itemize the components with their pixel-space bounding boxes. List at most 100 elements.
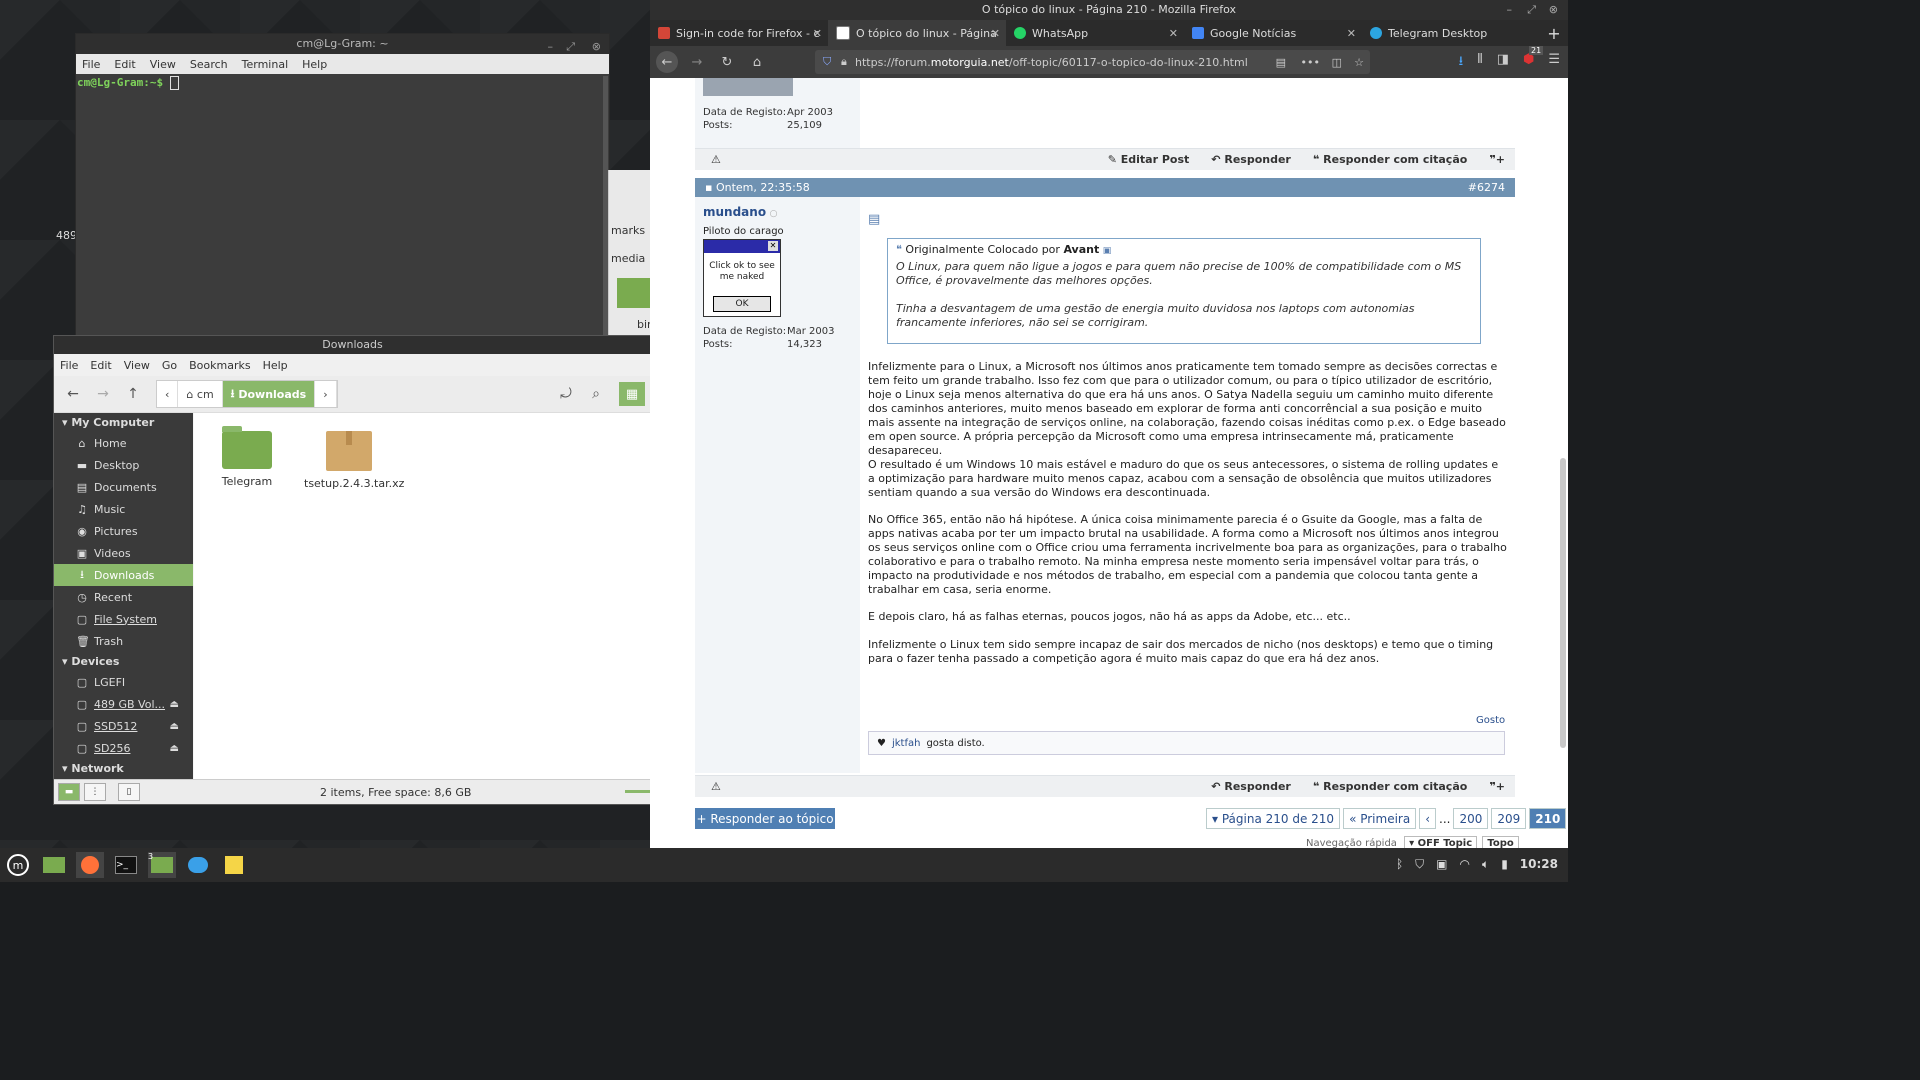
toggle-location-icon[interactable]: ⤾ [553, 382, 579, 406]
sidebar-item-videos[interactable]: ▣ Videos [54, 542, 193, 564]
page-link-210[interactable]: 210 [1529, 808, 1567, 829]
maximize-button[interactable]: ⤢ [566, 37, 575, 57]
close-button[interactable]: ⊗ [592, 37, 601, 57]
view-post-icon[interactable]: ▣ [1103, 246, 1112, 256]
new-tab-button[interactable]: + [1540, 20, 1568, 46]
sidebar-item-file-system[interactable]: ▢ File System [54, 608, 193, 630]
terminal-body[interactable]: cm@Lg-Gram:~$ [76, 74, 609, 92]
search-icon[interactable]: ⌕ [583, 382, 609, 406]
terminal-window[interactable]: cm@Lg-Gram: ~ – ⤢ ⊗ File Edit View Searc… [75, 33, 610, 340]
first-page-link[interactable]: « Primeira [1343, 808, 1417, 829]
eject-icon[interactable]: ⏏ [170, 699, 179, 710]
sidebar-header-my-computer[interactable]: ▾ My Computer [54, 413, 193, 432]
quick-nav-select[interactable]: ▾ OFF Topic [1404, 836, 1478, 848]
eject-icon[interactable]: ⏏ [170, 721, 179, 732]
shield-icon[interactable]: ⛉ [1415, 857, 1424, 872]
volume-icon[interactable]: 🔈︎ [1482, 857, 1489, 872]
menu-edit[interactable]: Edit [114, 58, 135, 71]
grid-view-icon[interactable]: ▦ [619, 382, 645, 406]
sidebar-device-ssd512[interactable]: ▢ SSD512 ⏏ [54, 715, 193, 737]
minimize-button[interactable]: – [548, 37, 554, 57]
minimize-button[interactable]: – [1507, 0, 1513, 20]
page-jump-dropdown[interactable]: ▾ Página 210 de 210 [1206, 808, 1341, 829]
show-desktop-icon[interactable] [40, 852, 68, 878]
ublock-icon[interactable]: ⬢ 21 [1523, 46, 1544, 74]
battery-icon[interactable]: ▮ [1501, 857, 1508, 872]
background-window[interactable]: marks media bin [608, 170, 654, 340]
sidebar-icon[interactable]: ◨ [1497, 52, 1509, 74]
reader-view-icon[interactable]: ▤ [1276, 56, 1286, 69]
file-manager-window[interactable]: Downloads File Edit View Go Bookmarks He… [53, 335, 652, 805]
sidebar-header-network[interactable]: ▾ Network [54, 759, 193, 778]
breadcrumb-left-chevron-icon[interactable]: ‹ [157, 381, 179, 407]
multiquote-icon[interactable]: ❞+ [1489, 780, 1505, 793]
file-view[interactable]: Telegram tsetup.2.4.3.tar.xz [194, 413, 651, 780]
firefox-window[interactable]: O tópico do linux - Página 210 - Mozilla… [650, 0, 1568, 848]
cloud-icon[interactable] [184, 852, 212, 878]
tab-telegram[interactable]: Telegram Desktop [1362, 20, 1540, 46]
close-button[interactable]: ⊗ [1549, 0, 1558, 20]
liker-link[interactable]: jktfah [892, 738, 920, 749]
menu-help[interactable]: Help [302, 58, 327, 71]
page-link-209[interactable]: 209 [1491, 808, 1527, 829]
tab-google-news[interactable]: Google Notícias ✕ [1184, 20, 1362, 46]
menu-edit[interactable]: Edit [90, 359, 111, 372]
back-arrow-icon[interactable]: ← [60, 382, 86, 406]
lock-icon[interactable]: 🔒︎ [841, 55, 847, 69]
file-manager-titlebar[interactable]: Downloads [54, 336, 651, 354]
close-tab-icon[interactable]: ✕ [1347, 27, 1356, 40]
sidebar-hide-icon[interactable]: ▯ [118, 783, 140, 801]
close-tab-icon[interactable]: ✕ [991, 27, 1000, 40]
zoom-slider[interactable] [625, 790, 651, 793]
breadcrumb-right-chevron-icon[interactable]: › [315, 381, 337, 407]
menu-file[interactable]: File [82, 58, 100, 71]
bluetooth-icon[interactable]: ᛒ [1396, 857, 1403, 872]
page-link-200[interactable]: 200 [1453, 808, 1489, 829]
firefox-icon[interactable] [76, 852, 104, 878]
places-toggle-icon[interactable]: ▬ [58, 783, 80, 801]
edit-post-button[interactable]: ✎ Editar Post [1108, 153, 1190, 166]
maximize-button[interactable]: ⤢ [1527, 0, 1536, 20]
tab-gmail[interactable]: Sign-in code for Firefox - c ✕ [650, 20, 828, 46]
menu-view[interactable]: View [124, 359, 150, 372]
page-scrollbar[interactable] [1560, 458, 1566, 748]
notes-icon[interactable] [220, 852, 248, 878]
tab-whatsapp[interactable]: WhatsApp ✕ [1006, 20, 1184, 46]
breadcrumb-home[interactable]: ⌂ cm [178, 381, 223, 407]
pocket-icon[interactable]: ◫ [1332, 56, 1342, 69]
forward-arrow-icon[interactable]: → [686, 51, 708, 73]
bookmark-star-icon[interactable]: ☆ [1354, 56, 1364, 69]
downloads-icon[interactable]: ⭳ [1459, 52, 1464, 74]
wifi-icon[interactable]: ◠ [1460, 857, 1470, 872]
sidebar-item-trash[interactable]: 🗑︎ Trash [54, 630, 193, 652]
menu-terminal[interactable]: Terminal [242, 58, 289, 71]
close-tab-icon[interactable]: ✕ [1169, 27, 1178, 40]
menu-help[interactable]: Help [263, 359, 288, 372]
sidebar-item-downloads[interactable]: ⭳ Downloads [54, 564, 193, 586]
menu-go[interactable]: Go [162, 359, 177, 372]
top-button[interactable]: Topo [1482, 836, 1519, 848]
menu-icon[interactable]: ☰ [1548, 52, 1560, 74]
menu-file[interactable]: File [60, 359, 78, 372]
screenshot-icon[interactable]: ▣ [1436, 857, 1447, 872]
username-link[interactable]: mundano [703, 205, 766, 219]
terminal-icon[interactable]: >_ [112, 852, 140, 878]
report-icon[interactable]: ⚠ [711, 780, 721, 793]
sidebar-item-documents[interactable]: ▤ Documents [54, 476, 193, 498]
sidebar-device-489gb[interactable]: ▢ 489 GB Vol... ⏏ [54, 693, 193, 715]
shield-icon[interactable]: ⛉ [823, 55, 831, 69]
sidebar-item-desktop[interactable]: ▬ Desktop [54, 454, 193, 476]
like-link[interactable]: Gosto [1476, 715, 1505, 726]
mint-menu-icon[interactable]: m [4, 852, 32, 878]
sidebar-item-home[interactable]: ⌂ Home [54, 432, 193, 454]
close-tab-icon[interactable]: ✕ [813, 27, 822, 40]
menu-bookmarks[interactable]: Bookmarks [189, 359, 250, 372]
firefox-titlebar[interactable]: O tópico do linux - Página 210 - Mozilla… [650, 0, 1568, 20]
reply-topic-button[interactable]: + Responder ao tópico [695, 808, 835, 829]
clock[interactable]: 10:28 [1520, 857, 1558, 872]
reply-quote-button[interactable]: ❝ Responder com citação [1313, 153, 1467, 166]
back-arrow-icon[interactable]: ← [656, 51, 678, 73]
forum-page[interactable]: Data de Registo: Apr 2003 Posts: 25,109 ⚠ … [650, 78, 1568, 848]
eject-icon[interactable]: ⏏ [170, 743, 179, 754]
file-item-telegram[interactable]: Telegram [202, 413, 292, 488]
